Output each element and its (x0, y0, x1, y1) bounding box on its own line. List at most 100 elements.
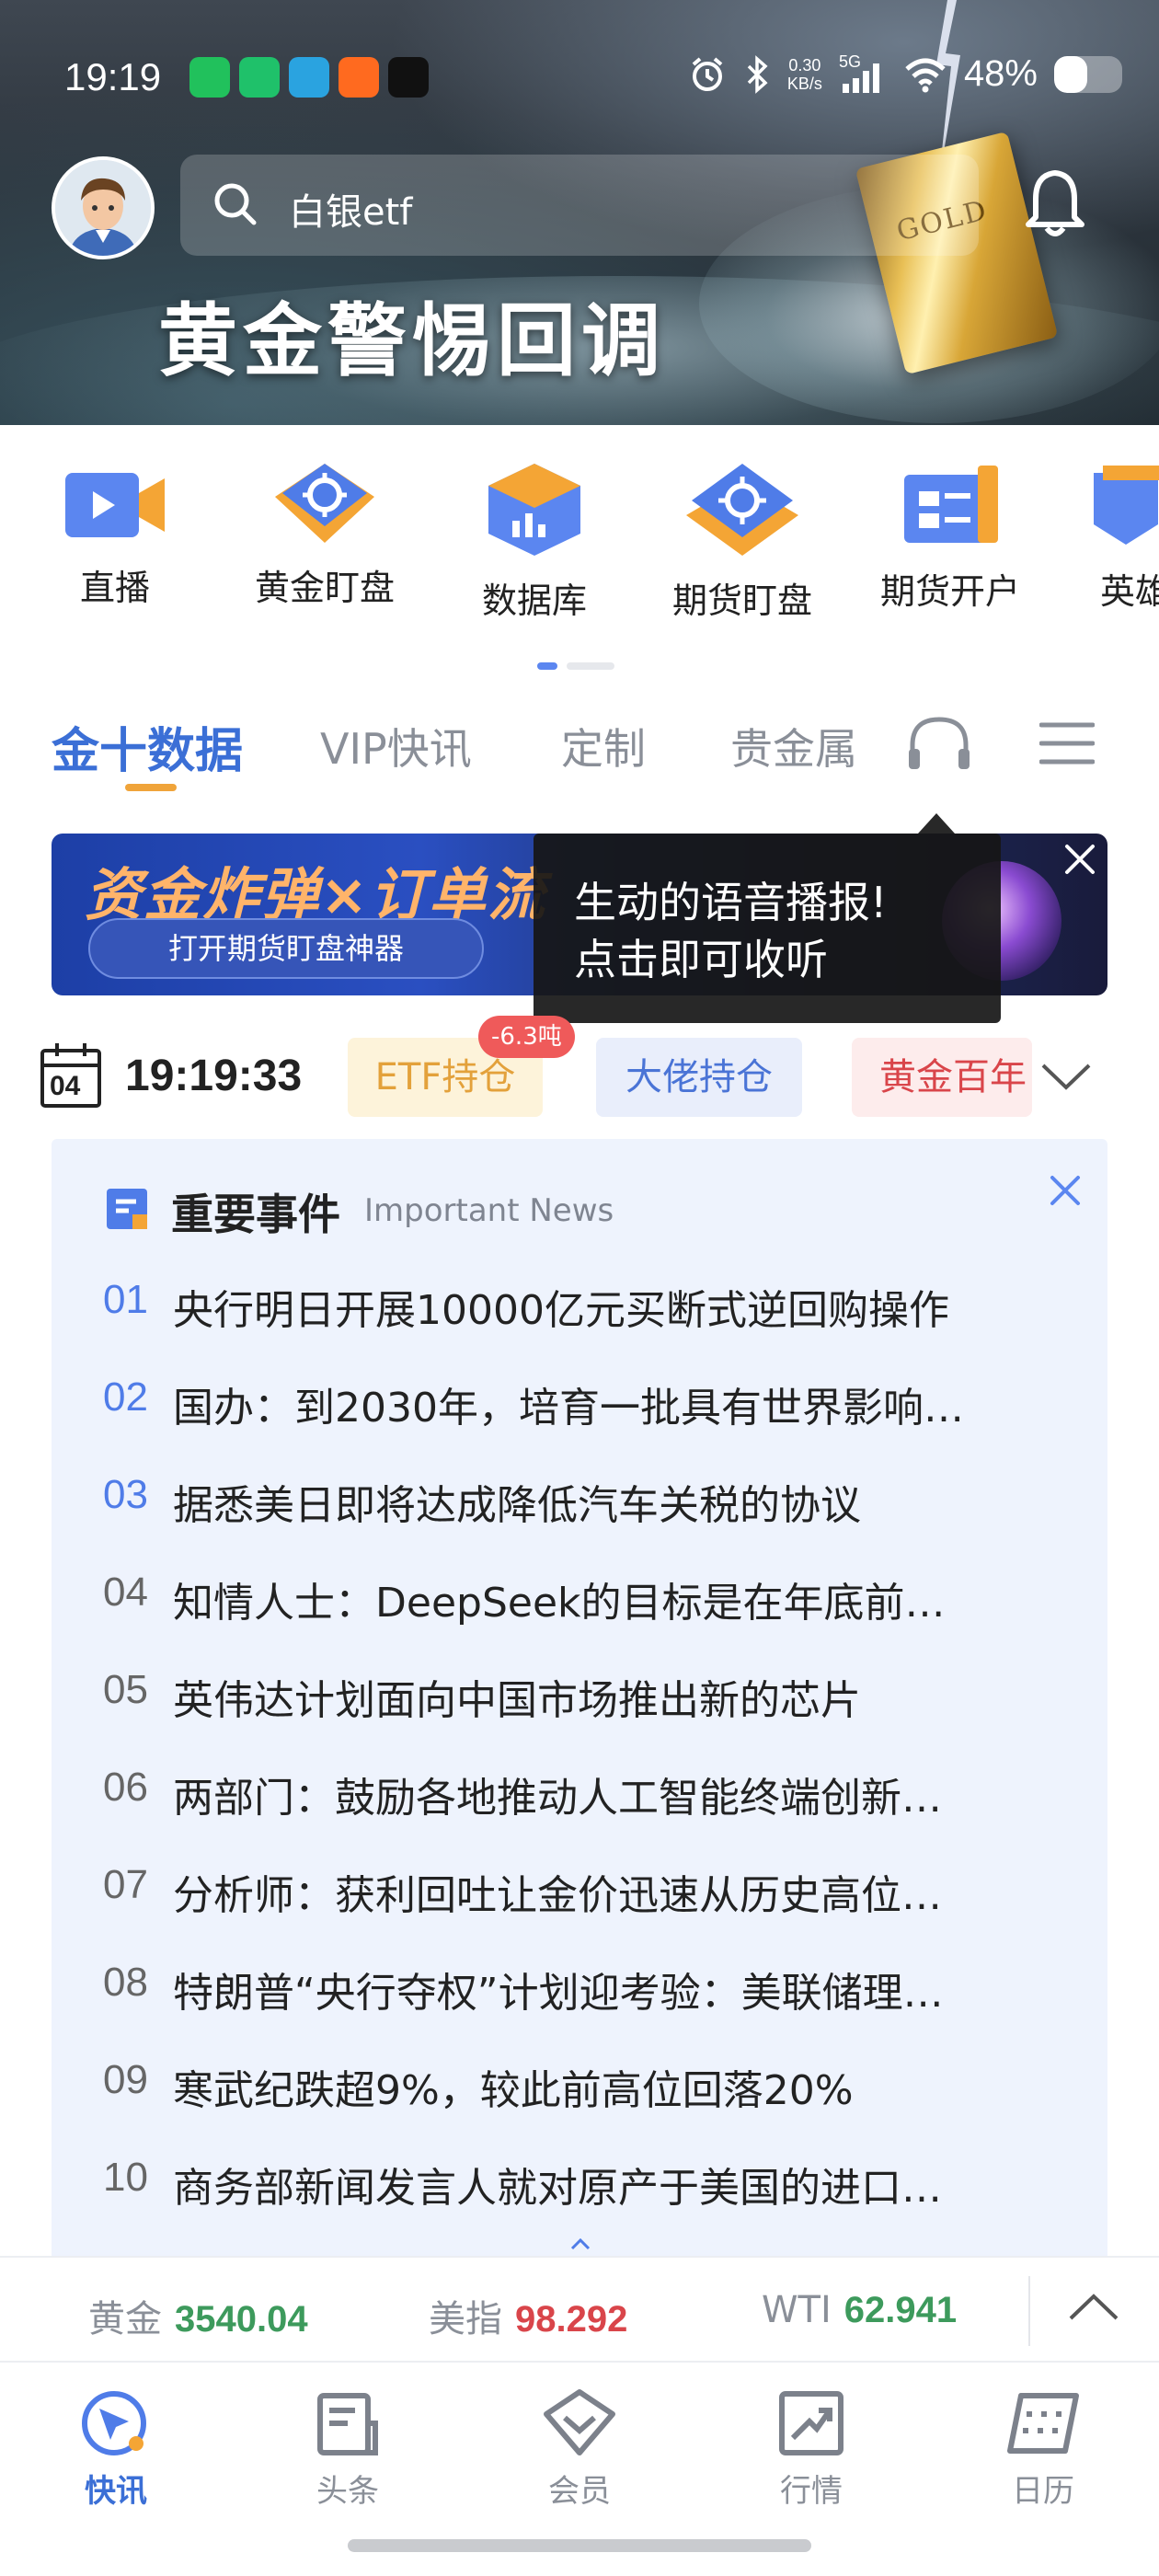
quick-entry-label: 黄金盯盘 (254, 568, 395, 608)
quote-value: 62.941 (843, 2290, 958, 2330)
news-item[interactable]: 03 据悉美日即将达成降低汽车关税的协议 (103, 1472, 1078, 1546)
quote-dollar-index[interactable]: 美指 98.292 (429, 2289, 627, 2342)
important-news-panel: 重要事件 Important News 01 央行明日开展10000亿元买断式逆… (52, 1139, 1107, 2261)
tab-precious-metals[interactable]: 贵金属 (730, 716, 857, 776)
live-video-icon (65, 473, 165, 537)
tab-vip-flash[interactable]: VIP快讯 (320, 716, 472, 776)
news-rank: 02 (103, 1374, 148, 1420)
strip-divider (1028, 2276, 1030, 2346)
quick-entry-gold-watch[interactable]: 黄金盯盘 (228, 460, 421, 610)
tooltip-line-2: 点击即可收听 (574, 935, 828, 984)
bluetooth-icon (747, 54, 768, 94)
chip-gold-century[interactable]: 黄金百年 (852, 1038, 1032, 1117)
calendar-date-icon: 04 (39, 1041, 103, 1110)
header-banner[interactable]: GOLD 19:19 0.30 KB/s 5G 48% 白银etf 黄金警惕回调 (0, 0, 1159, 425)
news-item[interactable]: 02 国办：到2030年，培育一批具有世界影响… (103, 1374, 1078, 1448)
cellular-signal: 5G (839, 52, 887, 95)
news-rank: 05 (103, 1667, 148, 1712)
quote-value: 98.292 (515, 2299, 628, 2340)
page-indicator (537, 662, 614, 670)
database-icon (488, 464, 580, 556)
news-headline: 国办：到2030年，培育一批具有世界影响… (173, 1385, 964, 1432)
quick-entry-futures-watch[interactable]: 期货盯盘 (646, 460, 839, 623)
home-indicator[interactable] (348, 2539, 811, 2552)
etf-change-badge: -6.3吨 (478, 1016, 575, 1058)
news-rank: 07 (103, 1862, 148, 1907)
news-headline: 寒武纪跌超9%，较此前高位回落20% (173, 2067, 854, 2114)
headphones-icon[interactable] (905, 714, 973, 773)
bell-icon[interactable] (1023, 166, 1087, 239)
moji-weather-icon (388, 57, 429, 98)
hero-icon (1094, 466, 1159, 545)
search-input[interactable]: 白银etf (289, 182, 412, 236)
news-headline: 据悉美日即将达成降低汽车关税的协议 (173, 1482, 861, 1529)
alarm-icon (692, 56, 723, 91)
status-time: 19:19 (64, 55, 162, 98)
quick-entry-label: 英雄 (1100, 571, 1159, 612)
nav-calendar[interactable]: 日历 (970, 2386, 1117, 2511)
news-headline: 两部门：鼓励各地推动人工智能终端创新… (173, 1775, 942, 1822)
nav-membership[interactable]: 会员 (506, 2386, 653, 2511)
user-avatar[interactable] (52, 156, 155, 259)
voice-broadcast-tooltip[interactable]: 生动的语音播报! 点击即可收听 (534, 834, 1001, 1023)
news-headline: 央行明日开展10000亿元买断式逆回购操作 (173, 1287, 949, 1334)
news-item[interactable]: 04 知情人士：DeepSeek的目标是在年底前… (103, 1570, 1078, 1643)
news-item[interactable]: 09 寒武纪跌超9%，较此前高位回落20% (103, 2057, 1078, 2131)
nav-quotes[interactable]: 行情 (738, 2386, 885, 2511)
news-item[interactable]: 08 特朗普“央行夺权”计划迎考验：美联储理… (103, 1960, 1078, 2033)
active-tab-underline (125, 784, 177, 791)
current-time: 19:19:33 (125, 1052, 303, 1100)
taobao-icon (339, 57, 379, 98)
collapse-caret-icon[interactable] (570, 2237, 591, 2250)
chevron-down-icon[interactable] (1039, 1060, 1093, 1093)
tab-jin10-data[interactable]: 金十数据 (52, 712, 243, 781)
news-item[interactable]: 07 分析师：获利回吐让金价迅速从历史高位… (103, 1862, 1078, 1936)
close-icon[interactable] (1060, 839, 1100, 880)
quick-entry-live[interactable]: 直播 (18, 460, 212, 610)
quick-entry-hero[interactable]: 英雄 (1061, 460, 1159, 614)
news-item[interactable]: 05 英伟达计划面向中国市场推出新的芯片 (103, 1667, 1078, 1741)
search-bar[interactable]: 白银etf (180, 155, 979, 256)
quotes-icon (779, 2391, 843, 2455)
tab-custom[interactable]: 定制 (561, 716, 646, 776)
chevron-up-icon[interactable] (1067, 2291, 1120, 2324)
quick-entry-database[interactable]: 数据库 (438, 460, 631, 623)
quote-wti[interactable]: WTI 62.941 (762, 2289, 957, 2331)
nav-label: 行情 (780, 2473, 843, 2510)
quote-name: 黄金 (88, 2298, 162, 2340)
chip-big-player-holdings[interactable]: 大佬持仓 (596, 1038, 802, 1117)
menu-icon[interactable] (1039, 719, 1095, 767)
news-rank: 08 (103, 1960, 148, 2005)
chip-label: ETF持仓 (374, 1056, 516, 1098)
futures-account-icon (904, 466, 998, 543)
news-rank: 10 (103, 2155, 148, 2200)
news-headline: 特朗普“央行夺权”计划迎考验：美联储理… (173, 1970, 944, 2017)
status-bar: 19:19 0.30 KB/s 5G 48% (0, 44, 1159, 110)
page-dot (567, 662, 614, 670)
news-item[interactable]: 10 商务部新闻发言人就对原产于美国的进口… (103, 2155, 1078, 2228)
signal-bars-icon (842, 63, 879, 93)
calendar-day: 04 (50, 1071, 81, 1101)
wifi-icon (905, 58, 946, 92)
news-headline: 知情人士：DeepSeek的目标是在年底前… (173, 1580, 946, 1627)
nav-label: 快讯 (85, 2473, 147, 2510)
nav-label: 会员 (548, 2473, 611, 2510)
data-shortcut-row: 04 19:19:33 ETF持仓 大佬持仓 黄金百年 -6.3吨 (0, 1016, 1159, 1124)
close-news-icon[interactable] (1045, 1170, 1085, 1211)
promo-button[interactable]: 打开期货盯盘神器 (88, 918, 484, 979)
quick-entry-futures-account[interactable]: 期货开户 (854, 460, 1047, 614)
network-speed-value: 0.30 (788, 55, 821, 75)
quote-gold[interactable]: 黄金 3540.04 (88, 2289, 308, 2342)
network-speed: 0.30 KB/s (787, 56, 822, 93)
nav-headlines[interactable]: 头条 (274, 2386, 421, 2511)
nav-flash-news[interactable]: 快讯 (42, 2386, 189, 2511)
futures-watch-icon (686, 464, 798, 556)
news-rank: 03 (103, 1472, 148, 1517)
nav-label: 头条 (316, 2473, 379, 2510)
gold-watch-icon (275, 464, 374, 543)
market-quote-strip[interactable]: 黄金 3540.04 美指 98.292 WTI 62.941 (0, 2256, 1159, 2363)
news-item[interactable]: 06 两部门：鼓励各地推动人工智能终端创新… (103, 1765, 1078, 1838)
news-item[interactable]: 01 央行明日开展10000亿元买断式逆回购操作 (103, 1277, 1078, 1351)
news-headline: 英伟达计划面向中国市场推出新的芯片 (173, 1677, 861, 1724)
chip-label: 黄金百年 (879, 1056, 1027, 1098)
